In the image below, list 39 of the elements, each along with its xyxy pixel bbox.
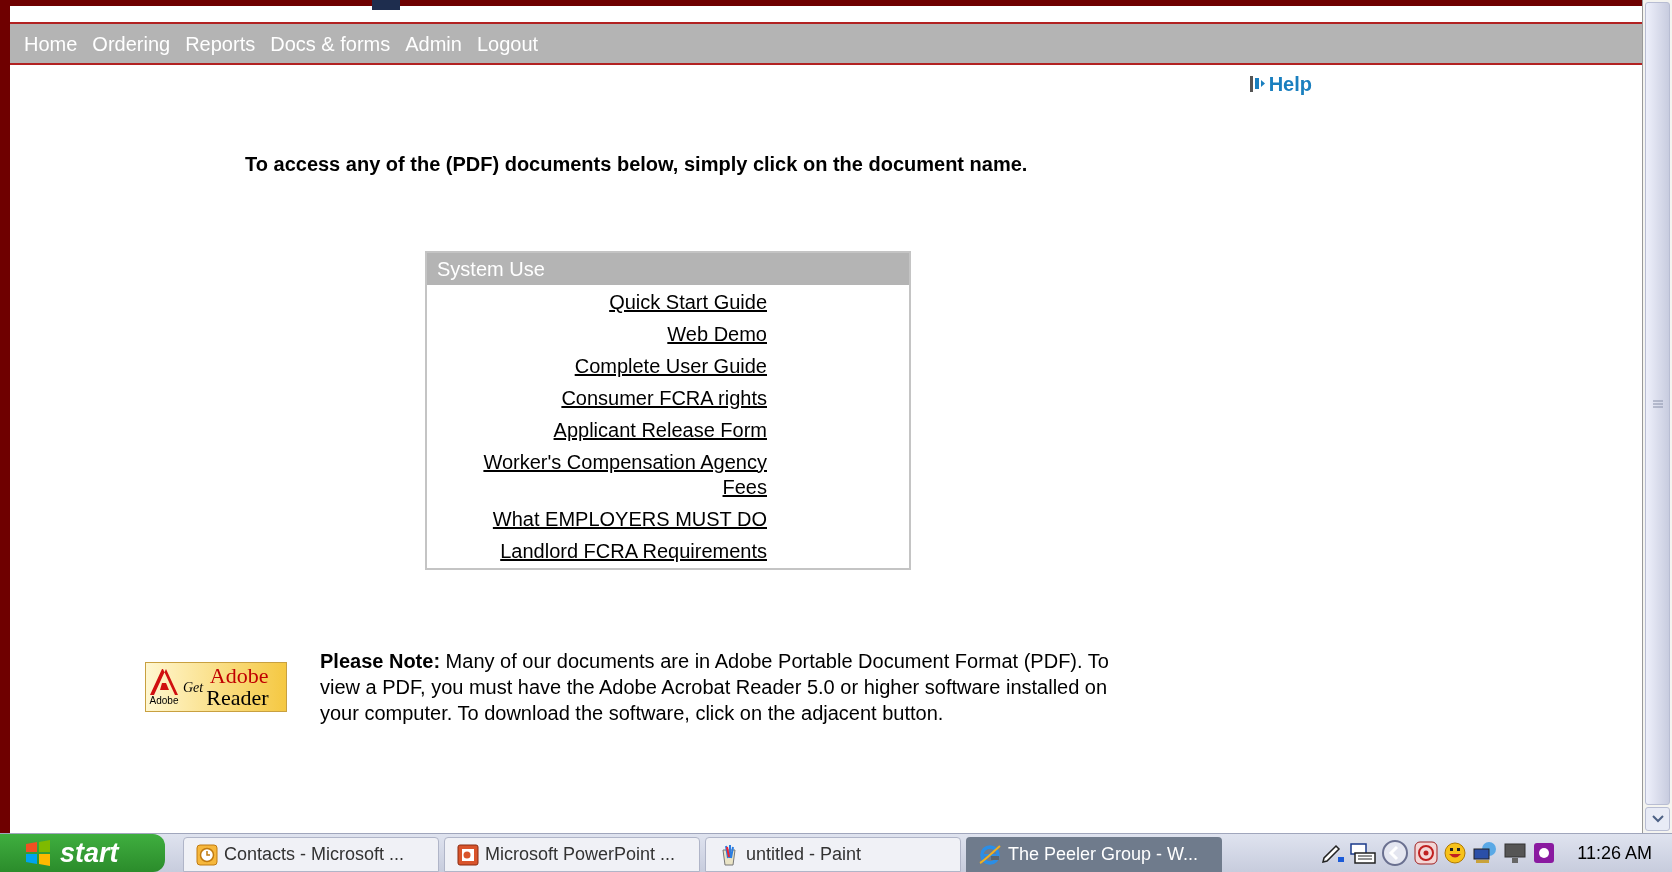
taskbar-button[interactable]: Contacts - Microsoft ... — [183, 837, 439, 872]
play-bar-icon — [1249, 75, 1266, 93]
help-link[interactable]: Help — [1249, 69, 1312, 99]
document-link[interactable]: Applicant Release Form — [467, 418, 767, 443]
document-link[interactable]: What EMPLOYERS MUST DO — [467, 507, 767, 532]
badge-brand: Adobe — [209, 665, 269, 687]
panel-header: System Use — [427, 253, 909, 285]
clock-text: 11:26 AM — [1577, 841, 1652, 865]
document-link[interactable]: Worker's Compensation Agency Fees — [467, 450, 767, 500]
browser-e-icon — [978, 842, 1002, 867]
document-link[interactable]: Consumer FCRA rights — [467, 386, 767, 411]
badge-verb: Get — [183, 678, 204, 697]
start-button[interactable]: start — [0, 834, 165, 872]
document-link[interactable]: Complete User Guide — [467, 354, 767, 379]
scroll-down-button[interactable] — [1645, 807, 1670, 831]
taskbar-button[interactable]: The Peeler Group - W... — [966, 837, 1222, 872]
header-block — [372, 0, 400, 10]
taskbar-button[interactable]: Microsoft PowerPoint ... — [444, 837, 700, 872]
instruction-text: To access any of the (PDF) documents below, simply click on the document name. — [245, 152, 1029, 177]
taskbar-button[interactable]: untitled - Paint — [705, 837, 961, 872]
badge-maker: Adobe — [149, 694, 179, 706]
adobe-logo-icon — [148, 668, 180, 695]
slides-icon — [457, 843, 479, 866]
windows-flag-icon — [24, 840, 52, 866]
scroll-thumb[interactable] — [1645, 2, 1670, 805]
tray-app-icon — [1532, 841, 1557, 865]
grip-icon — [1652, 399, 1663, 408]
note-paragraph: Please Note: Many of our documents are in Adobe Portable Document Format (PDF). To view a PDF, you must have the Adobe Acrobat Reader 5.0 or higher software installed on your computer. To download the software, click on the adjacent button. — [320, 649, 1110, 726]
monitor-icon — [1503, 841, 1528, 865]
document-link[interactable]: Quick Start Guide — [467, 290, 767, 315]
smiley-icon — [1443, 841, 1468, 865]
badge-product: Reader — [206, 687, 269, 709]
document-link[interactable]: Web Demo — [467, 322, 767, 347]
scrollbar[interactable] — [1642, 0, 1672, 833]
pen-icon — [1321, 842, 1346, 864]
network-computer-icon — [1472, 841, 1499, 865]
clock-icon — [196, 843, 218, 866]
document-link[interactable]: Landlord FCRA Requirements — [467, 539, 767, 564]
target-icon — [1414, 841, 1439, 865]
